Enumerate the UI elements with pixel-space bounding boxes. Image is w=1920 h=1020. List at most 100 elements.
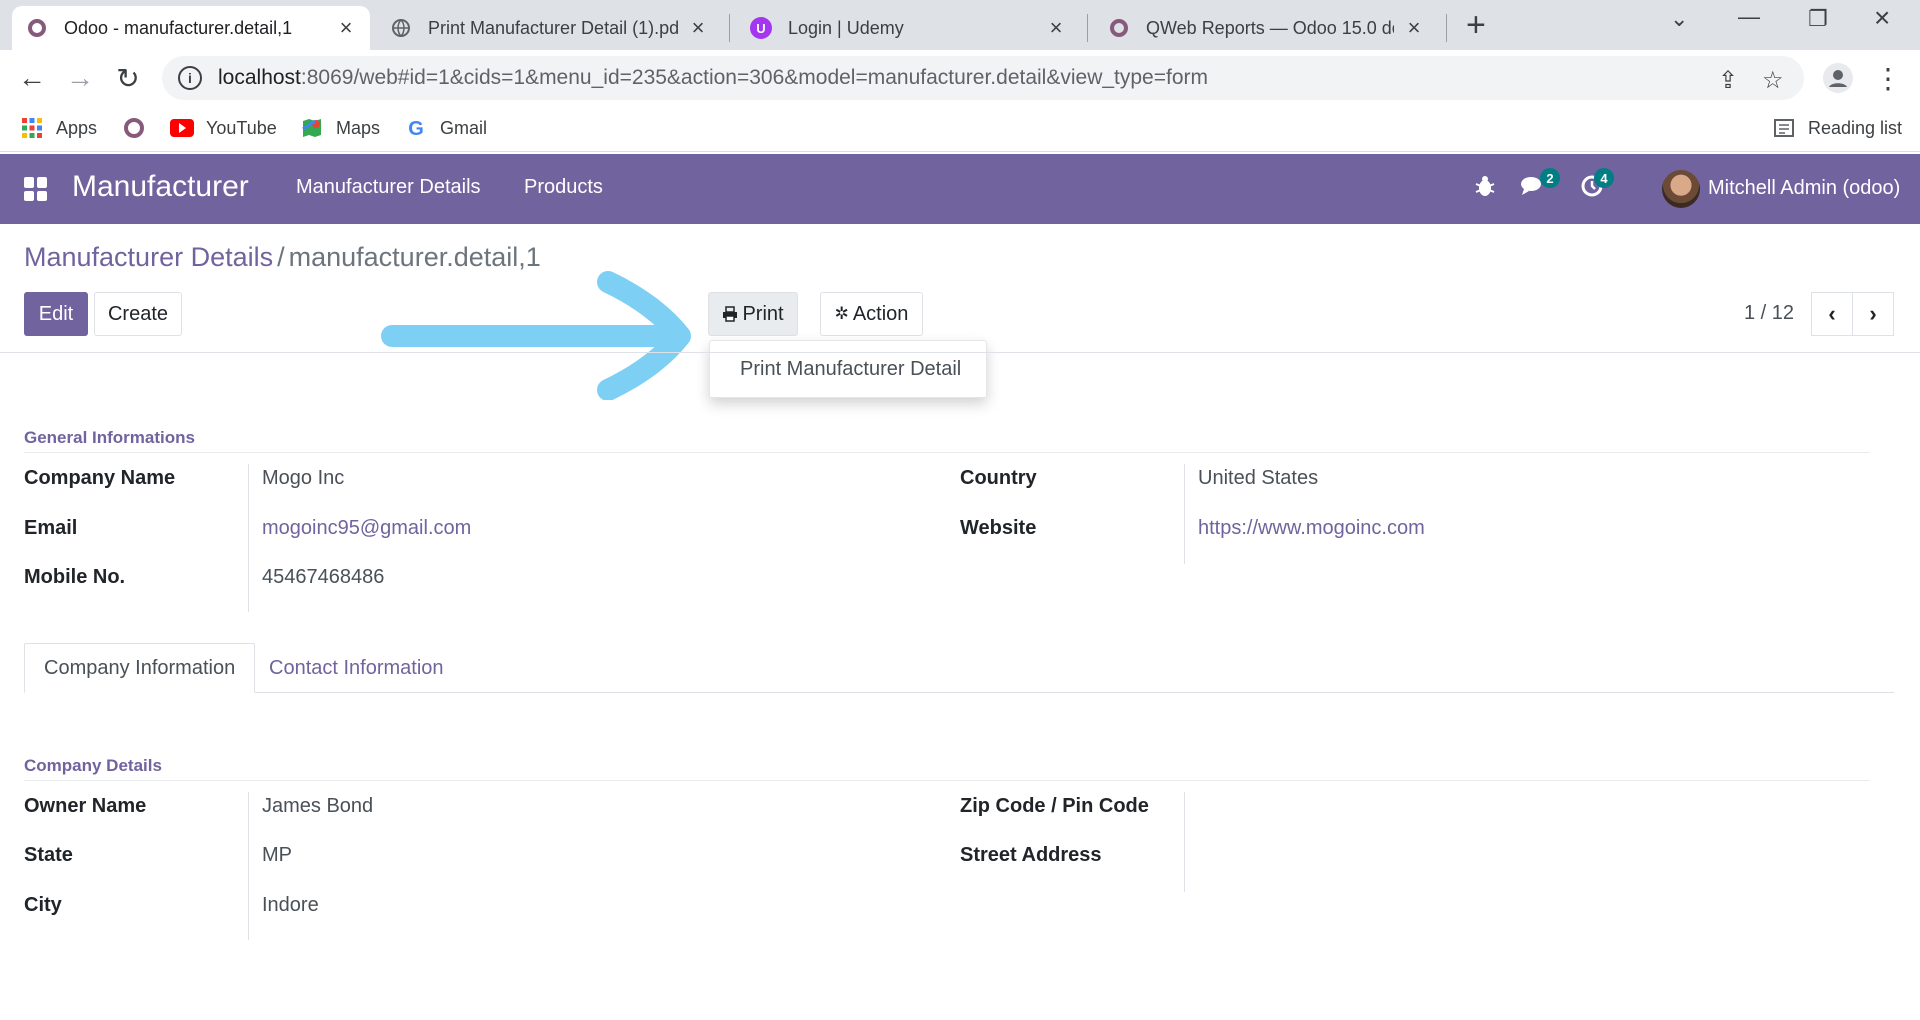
url-text[interactable]: localhost:8069/web#id=1&cids=1&menu_id=2…: [218, 66, 1208, 90]
close-icon[interactable]: ×: [336, 15, 356, 41]
tab-search-icon[interactable]: ⌄: [1670, 6, 1688, 32]
bookmark-gmail[interactable]: G Gmail: [404, 116, 487, 140]
avatar[interactable]: [1662, 170, 1700, 208]
browser-tab-odoo-manufacturer[interactable]: Odoo - manufacturer.detail,1 ×: [12, 6, 370, 50]
website-link[interactable]: https://www.mogoinc.com: [1198, 517, 1425, 540]
close-window-icon[interactable]: ×: [1874, 2, 1890, 34]
user-menu[interactable]: Mitchell Admin (odoo): [1708, 177, 1900, 200]
bookmark-maps[interactable]: Maps: [300, 116, 380, 140]
email-link[interactable]: mogoinc95@gmail.com: [262, 517, 471, 540]
address-bar[interactable]: i localhost:8069/web#id=1&cids=1&menu_id…: [162, 56, 1804, 100]
menu-products[interactable]: Products: [524, 176, 603, 199]
breadcrumb-parent[interactable]: Manufacturer Details: [24, 242, 273, 272]
edit-button[interactable]: Edit: [24, 292, 88, 336]
back-icon[interactable]: ←: [14, 60, 50, 96]
pager-value[interactable]: 1 / 12: [1744, 302, 1794, 325]
zip-code-label: Zip Code / Pin Code: [960, 795, 1149, 817]
activities-count-badge: 4: [1594, 168, 1614, 188]
share-icon[interactable]: ⇪: [1718, 66, 1738, 95]
city-value: Indore: [262, 894, 319, 916]
tab-company-information[interactable]: Company Information: [24, 643, 256, 693]
new-tab-icon[interactable]: +: [1466, 8, 1486, 42]
mobile-label: Mobile No.: [24, 566, 126, 588]
maps-icon: [300, 116, 324, 140]
minimize-icon[interactable]: —: [1738, 4, 1760, 30]
annotation-arrow: [381, 271, 691, 400]
odoo-navbar: Manufacturer Manufacturer Details Produc…: [0, 154, 1920, 224]
browser-menu-icon[interactable]: ⋮: [1870, 60, 1906, 96]
reading-list-label: Reading list: [1808, 117, 1903, 138]
bookmark-star-icon[interactable]: ☆: [1762, 66, 1784, 95]
action-label: Action: [852, 302, 909, 325]
create-button[interactable]: Create: [94, 292, 182, 336]
browser-tab-pdf[interactable]: Print Manufacturer Detail (1).pdf ×: [376, 6, 722, 50]
company-name-value: Mogo Inc: [262, 467, 345, 489]
site-info-icon[interactable]: i: [178, 66, 202, 90]
state-label: State: [24, 844, 73, 866]
profile-icon[interactable]: [1820, 60, 1856, 96]
debug-bug-icon[interactable]: [1474, 174, 1496, 205]
tab-title: Odoo - manufacturer.detail,1: [64, 17, 293, 38]
close-icon[interactable]: ×: [1046, 15, 1066, 41]
apps-grid-icon: [20, 116, 44, 140]
state-value: MP: [262, 844, 292, 866]
udemy-icon: U: [750, 17, 772, 39]
chevron-left-icon: ‹: [1828, 301, 1836, 326]
reload-icon[interactable]: ↻: [110, 60, 146, 96]
app-brand[interactable]: Manufacturer: [72, 170, 249, 204]
messages-count-badge: 2: [1540, 168, 1560, 188]
label-divider: [1184, 464, 1185, 564]
odoo-icon: [122, 116, 146, 140]
website-label: Website: [960, 517, 1037, 539]
owner-name-label: Owner Name: [24, 795, 147, 817]
owner-name-value: James Bond: [262, 795, 374, 817]
pager-next-button[interactable]: ›: [1852, 292, 1894, 336]
company-name-label: Company Name: [24, 467, 176, 489]
menu-manufacturer-details[interactable]: Manufacturer Details: [296, 176, 481, 199]
bookmark-apps[interactable]: Apps: [20, 116, 97, 140]
browser-tab-bar: Odoo - manufacturer.detail,1 × Print Man…: [0, 0, 1920, 50]
breadcrumb-separator: /: [277, 242, 285, 272]
app-menu-icon[interactable]: [24, 177, 48, 201]
print-label: Print: [742, 302, 784, 325]
browser-tab-udemy[interactable]: U Login | Udemy ×: [736, 6, 1080, 50]
reading-list-button[interactable]: Reading list: [1772, 116, 1902, 140]
restore-icon[interactable]: ❐: [1808, 6, 1828, 32]
print-button[interactable]: Print: [708, 292, 798, 336]
url-host: localhost: [218, 66, 301, 89]
print-dropdown-menu: Print Manufacturer Detail: [709, 340, 987, 398]
tab-contact-information[interactable]: Contact Information: [250, 643, 463, 693]
country-value: United States: [1198, 467, 1319, 489]
bookmark-label: Gmail: [440, 117, 488, 138]
tab-title: Print Manufacturer Detail (1).pdf: [428, 17, 678, 38]
bookmark-label: YouTube: [206, 117, 277, 138]
pager-previous-button[interactable]: ‹: [1811, 292, 1853, 336]
close-icon[interactable]: ×: [1404, 15, 1424, 41]
forward-icon[interactable]: →: [62, 60, 98, 96]
group-title-company-details: Company Details: [24, 756, 162, 775]
svg-text:G: G: [408, 118, 424, 139]
street-address-label: Street Address: [960, 844, 1102, 866]
browser-tab-qweb[interactable]: QWeb Reports — Odoo 15.0 doc ×: [1094, 6, 1438, 50]
mobile-value: 45467468486: [262, 566, 385, 588]
email-label: Email: [24, 517, 78, 539]
print-menu-item[interactable]: Print Manufacturer Detail: [740, 358, 961, 381]
bookmark-odoo[interactable]: [122, 116, 158, 140]
action-button[interactable]: ✲ Action: [820, 292, 923, 336]
url-path: :8069/web#id=1&cids=1&menu_id=235&action…: [300, 66, 1208, 89]
tab-separator: [1087, 14, 1088, 42]
bookmarks-bar: Apps YouTube Maps G Gmail Reading list: [0, 106, 1920, 152]
close-icon[interactable]: ×: [688, 15, 708, 41]
reading-list-icon: [1772, 116, 1796, 140]
globe-icon: [390, 17, 412, 39]
tab-title: QWeb Reports — Odoo 15.0 doc: [1146, 17, 1394, 38]
youtube-icon: [170, 116, 194, 140]
odoo-icon: [1108, 17, 1130, 39]
label-divider: [248, 464, 249, 612]
tab-separator: [729, 14, 730, 42]
bookmark-youtube[interactable]: YouTube: [170, 116, 277, 140]
label-divider: [248, 792, 249, 940]
label-divider: [1184, 792, 1185, 892]
tab-title: Login | Udemy: [788, 17, 904, 38]
city-label: City: [24, 894, 62, 916]
